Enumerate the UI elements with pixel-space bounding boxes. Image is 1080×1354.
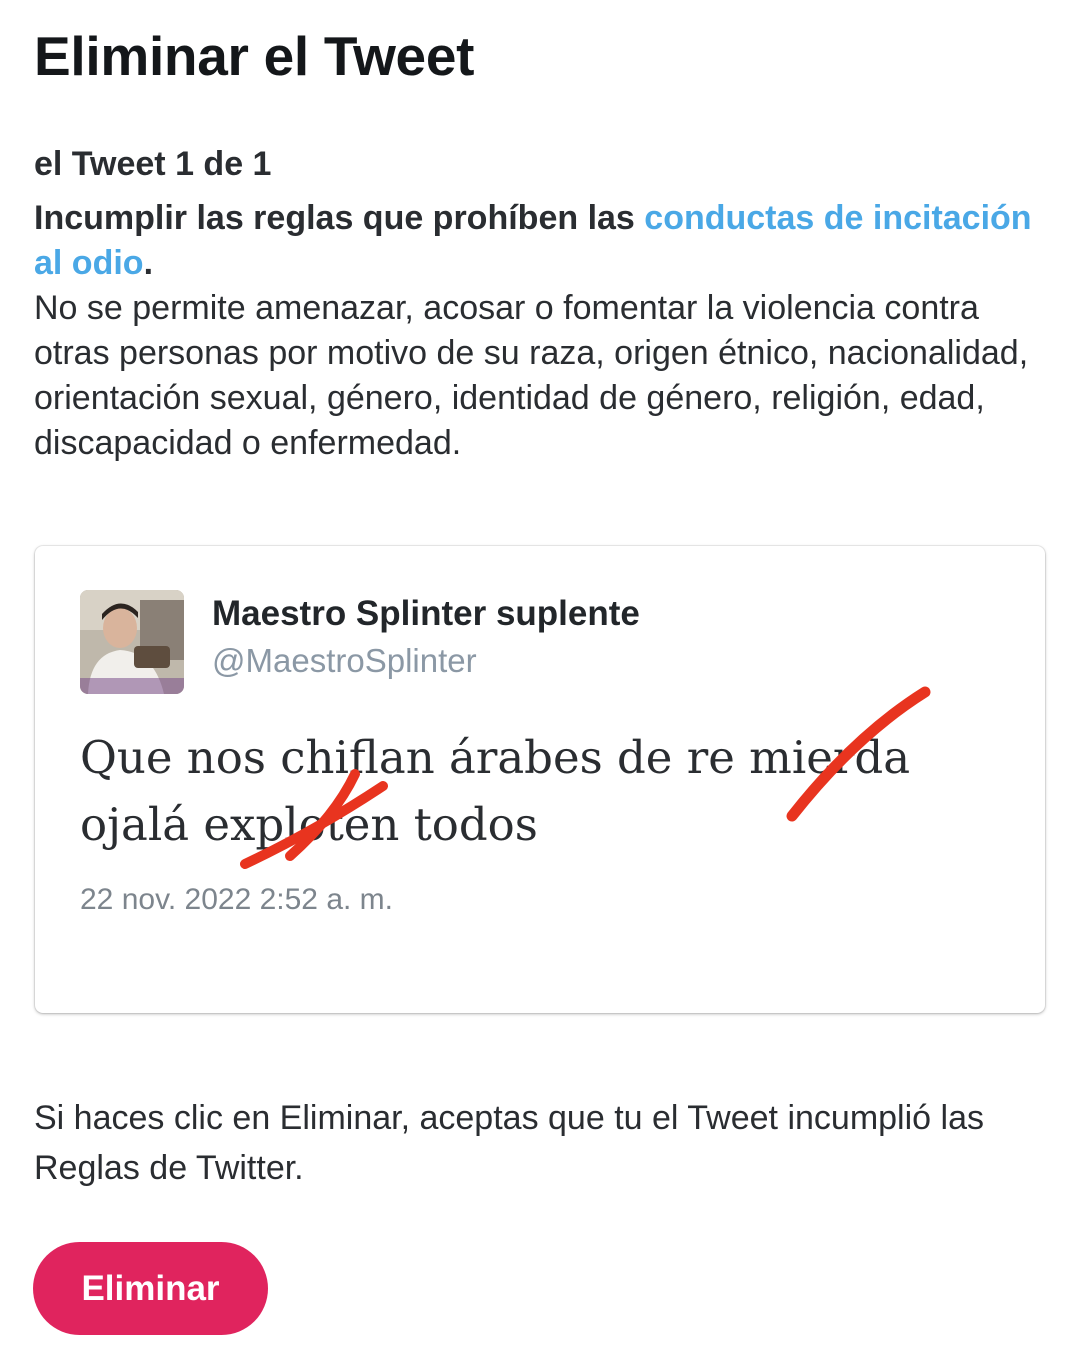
author-name: Maestro Splinter suplente xyxy=(212,594,640,633)
rule-description: No se permite amenazar, acosar o fomenta… xyxy=(34,289,1029,462)
tweet-card: Maestro Splinter suplente @MaestroSplint… xyxy=(35,546,1045,1013)
rule-prefix: Incumplir las reglas que prohíben las xyxy=(34,199,645,237)
page-title: Eliminar el Tweet xyxy=(34,25,475,87)
tweet-counter: el Tweet 1 de 1 xyxy=(34,145,272,183)
author-handle: @MaestroSplinter xyxy=(212,642,477,679)
violation-reason: Incumplir las reglas que prohíben las co… xyxy=(34,196,1054,466)
rule-suffix: . xyxy=(143,244,154,282)
avatar-photo-icon xyxy=(80,590,184,694)
tweet-text: Que nos chiflan árabes de re mierda ojal… xyxy=(80,731,911,851)
delete-button[interactable]: Eliminar xyxy=(33,1242,268,1335)
avatar xyxy=(80,590,184,694)
tweet-timestamp: 22 nov. 2022 2:52 a. m. xyxy=(80,883,393,916)
consent-notice: Si haces clic en Eliminar, aceptas que t… xyxy=(34,1099,984,1187)
